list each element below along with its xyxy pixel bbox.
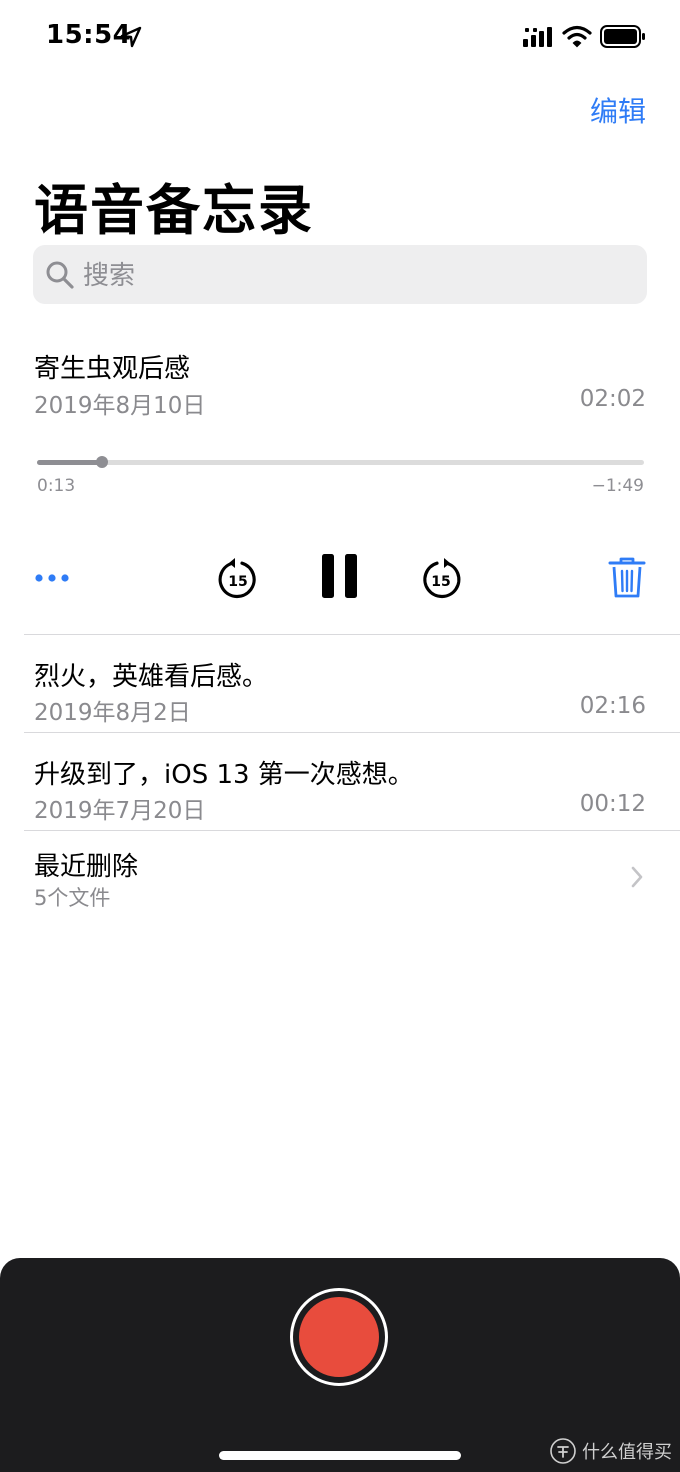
recording-date: 2019年8月10日: [34, 393, 206, 419]
recording-date: 2019年7月20日: [34, 798, 206, 824]
skip-back-label: 15: [228, 574, 247, 590]
recording-row[interactable]: 升级到了，iOS 13 第一次感想。 2019年7月20日 00:12: [0, 734, 680, 831]
search-input[interactable]: [81, 245, 625, 306]
recording-date: 2019年8月2日: [34, 700, 191, 726]
status-bar: 15:54: [0, 0, 680, 80]
recording-row[interactable]: 烈火，英雄看后感。 2019年8月2日 02:16: [0, 636, 680, 733]
edit-button[interactable]: 编辑: [590, 90, 646, 130]
more-options-icon[interactable]: [34, 562, 74, 592]
skip-forward-icon[interactable]: 15: [419, 557, 463, 601]
recording-title: 寄生虫观后感: [34, 354, 191, 384]
record-button[interactable]: [299, 1297, 379, 1377]
skip-back-icon[interactable]: 15: [216, 557, 260, 601]
expanded-recording: 寄生虫观后感 2019年8月10日 02:02 0:13 −1:49 15 15: [0, 330, 680, 635]
remaining-time: −1:49: [591, 476, 644, 496]
elapsed-time: 0:13: [37, 476, 76, 496]
search-bar[interactable]: [33, 245, 647, 306]
cellular-signal-icon: [523, 27, 552, 47]
trash-icon[interactable]: [607, 556, 647, 600]
recently-deleted-count: 5个文件: [34, 886, 111, 910]
chevron-right-icon: [631, 866, 643, 888]
wifi-icon: [562, 25, 592, 48]
playback-scrubber[interactable]: [37, 456, 644, 468]
search-icon: [46, 261, 74, 289]
recently-deleted-label: 最近删除: [34, 852, 139, 882]
battery-icon: [600, 25, 645, 48]
pause-icon[interactable]: [320, 552, 360, 600]
home-indicator[interactable]: [219, 1451, 461, 1460]
page-title: 语音备忘录: [34, 179, 314, 242]
watermark-text: 什么值得买: [582, 1442, 672, 1463]
scrubber-handle[interactable]: [95, 456, 108, 468]
watermark-logo-icon: [550, 1438, 576, 1464]
skip-forward-label: 15: [431, 574, 450, 590]
record-button-ring: [290, 1288, 388, 1386]
recording-duration: 02:02: [579, 386, 646, 412]
divider: [24, 830, 680, 831]
recording-duration: 00:12: [579, 791, 646, 817]
divider: [24, 732, 680, 733]
recording-title: 烈火，英雄看后感。: [34, 662, 269, 692]
scrubber-progress: [37, 460, 102, 465]
location-arrow-icon: [120, 26, 142, 48]
recording-duration: 02:16: [579, 693, 646, 719]
divider: [24, 634, 680, 635]
recently-deleted-row[interactable]: 最近删除 5个文件: [0, 832, 680, 929]
recording-title: 升级到了，iOS 13 第一次感想。: [34, 760, 414, 790]
status-time: 15:54: [46, 20, 132, 50]
record-panel: 什么值得买: [0, 1258, 680, 1472]
